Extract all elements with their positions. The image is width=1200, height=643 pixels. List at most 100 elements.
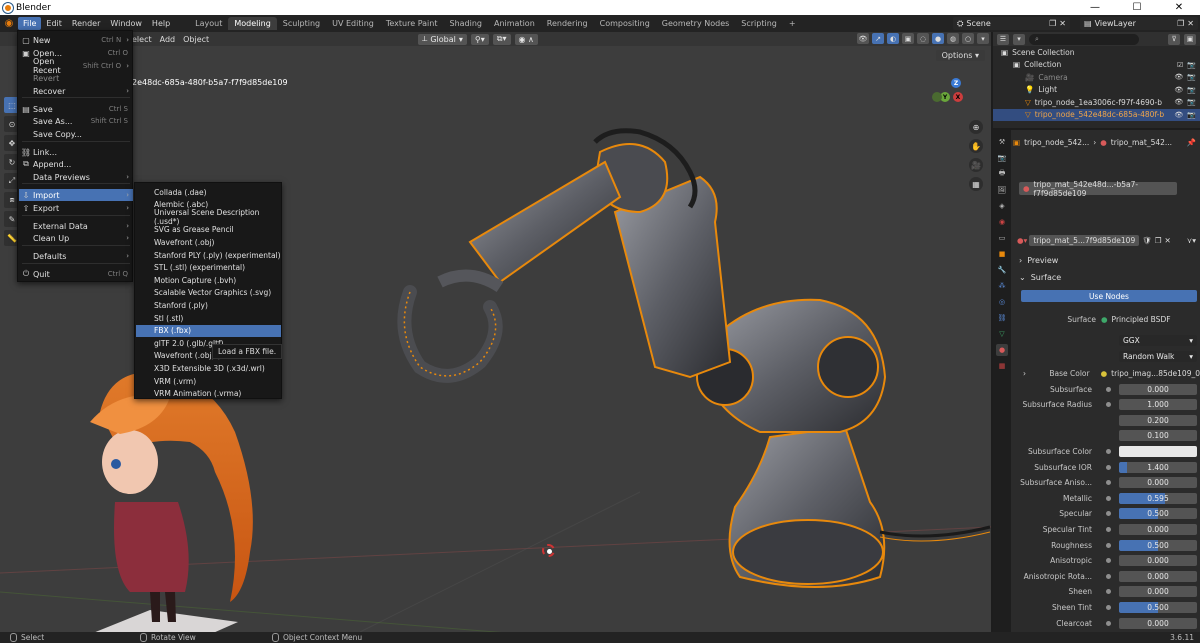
scene-copy-icon[interactable]: ❐ xyxy=(1049,19,1056,28)
menu-window[interactable]: Window xyxy=(105,17,147,30)
tab-modeling[interactable]: Modeling xyxy=(228,17,277,30)
import-item-motion-capture-bvh[interactable]: Motion Capture (.bvh) xyxy=(136,274,281,286)
editor-type-icon[interactable]: ☰ xyxy=(997,33,1009,45)
view-layer-selector[interactable]: ▤ ViewLayer ❐ ✕ xyxy=(1080,17,1198,30)
outliner-row[interactable]: 💡 Light 👁 📷 xyxy=(993,84,1200,97)
import-item-collada-dae[interactable]: Collada (.dae) xyxy=(136,186,281,198)
transform-orientation-dropdown[interactable]: ⟂ Global ▾ xyxy=(418,33,467,45)
scene-selector[interactable]: ⛭ Scene ❐ ✕ xyxy=(953,17,1070,30)
shading-dropdown-icon[interactable]: ▾ xyxy=(977,33,989,44)
exclude-checkbox-icon[interactable]: ☑ xyxy=(1177,61,1183,69)
property-value-field[interactable]: 0.595 xyxy=(1119,492,1197,504)
gizmo-toggle-icon[interactable]: ↗ xyxy=(872,33,884,44)
modifier-tab-icon[interactable]: 🔧 xyxy=(996,264,1008,276)
viewport-hide-icon[interactable]: 👁 xyxy=(1174,86,1183,94)
file-menu-item-new[interactable]: ▢ New Ctrl N › xyxy=(19,34,133,46)
viewport-options-button[interactable]: Options ▾ xyxy=(935,50,985,61)
minimize-button[interactable]: — xyxy=(1074,2,1116,13)
distribution-dropdown[interactable]: GGX ▾ xyxy=(1119,335,1197,346)
property-value-field[interactable]: 0.500 xyxy=(1119,601,1197,613)
tab-rendering[interactable]: Rendering xyxy=(541,17,594,30)
material-slot-list[interactable]: ● tripo_mat_542e48d...-b5a7-f7f9d85de109 xyxy=(1019,180,1177,198)
render-toggle-icon[interactable]: 📷 xyxy=(1187,86,1196,94)
scene-close-icon[interactable]: ✕ xyxy=(1059,19,1066,28)
property-value-field[interactable] xyxy=(1119,445,1197,457)
outliner-search-input[interactable]: ⌕ xyxy=(1029,33,1139,45)
file-menu-item-data-previews[interactable]: Data Previews › xyxy=(19,171,133,183)
render-toggle-icon[interactable]: 📷 xyxy=(1187,73,1196,81)
file-menu-item-save[interactable]: ▤ Save Ctrl S xyxy=(19,103,133,115)
material-shading-icon[interactable]: ◍ xyxy=(947,33,959,44)
outliner-row[interactable]: 🎥 Camera 👁 📷 xyxy=(993,71,1200,84)
pan-hand-icon[interactable]: ✋ xyxy=(969,139,983,153)
property-value-field[interactable]: 1.400 xyxy=(1119,461,1197,473)
property-value-field[interactable]: 0.000 xyxy=(1119,570,1197,582)
menu-file[interactable]: File xyxy=(18,17,42,30)
import-item-x3d-extensible-3d-x3d-wrl[interactable]: X3D Extensible 3D (.x3d/.wrl) xyxy=(136,362,281,374)
file-menu-item-quit[interactable]: ⏻ Quit Ctrl Q xyxy=(19,268,133,280)
tab-sculpting[interactable]: Sculpting xyxy=(277,17,326,30)
material-tab-icon[interactable]: ● xyxy=(996,344,1008,356)
surface-shader-value[interactable]: Principled BSDF xyxy=(1112,315,1171,324)
camera-view-icon[interactable]: 🎥 xyxy=(969,158,983,172)
display-mode-icon[interactable]: ▾ xyxy=(1013,33,1025,45)
material-browse-icon[interactable]: ●▾ xyxy=(1017,236,1027,245)
file-menu-item-link[interactable]: ⛓ Link... xyxy=(19,146,133,158)
property-value-field[interactable]: 0.000 xyxy=(1119,586,1197,598)
tab-shading[interactable]: Shading xyxy=(443,17,488,30)
wireframe-shading-icon[interactable]: ◌ xyxy=(917,33,929,44)
property-value-field[interactable]: 0.500 xyxy=(1119,539,1197,551)
menu-help[interactable]: Help xyxy=(147,17,175,30)
import-item-stanford-ply-ply-experimental[interactable]: Stanford PLY (.ply) (experimental) xyxy=(136,249,281,261)
tab-layout[interactable]: Layout xyxy=(189,17,228,30)
property-value-field[interactable]: 0.000 xyxy=(1119,555,1197,567)
outliner-row[interactable]: ▽ tripo_node_1ea3006c-f97f-4690-b 👁 📷 xyxy=(993,96,1200,109)
viewport-add-menu[interactable]: Add xyxy=(156,34,180,45)
solid-shading-icon[interactable]: ● xyxy=(932,33,944,44)
view-layer-copy-icon[interactable]: ❐ xyxy=(1177,19,1184,28)
3d-cursor-icon[interactable] xyxy=(542,544,555,557)
file-menu-item-defaults[interactable]: Defaults › xyxy=(19,250,133,262)
property-value-field[interactable]: 0.000 xyxy=(1119,617,1197,629)
outliner-row[interactable]: ▣ Collection ☑ 📷 xyxy=(993,59,1200,72)
file-menu-item-export[interactable]: ⇧ Export › xyxy=(19,202,133,214)
property-value-field[interactable]: 0.000 xyxy=(1119,383,1197,395)
subsurface-method-dropdown[interactable]: Random Walk ▾ xyxy=(1119,351,1197,362)
menu-render[interactable]: Render xyxy=(67,17,105,30)
unlink-material-icon[interactable]: ✕ xyxy=(1164,236,1170,245)
render-toggle-icon[interactable]: 📷 xyxy=(1187,111,1196,119)
property-value-field[interactable]: 0.500 xyxy=(1119,508,1197,520)
file-menu-item-append[interactable]: ⧉ Append... xyxy=(19,158,133,170)
import-item-vrm-animation-vrma[interactable]: VRM Animation (.vrma) xyxy=(136,388,281,400)
gizmo-x-icon[interactable]: X xyxy=(953,92,963,102)
use-nodes-button[interactable]: Use Nodes xyxy=(1021,290,1197,302)
view-layer-tab-icon[interactable]: 🖼 xyxy=(996,184,1008,196)
close-button[interactable]: ✕ xyxy=(1158,2,1200,13)
pivot-point-dropdown[interactable]: ⚲▾ xyxy=(470,33,489,45)
file-menu-item-import[interactable]: ⇩ Import › xyxy=(19,189,133,201)
import-item-universal-scene-description-usd[interactable]: Universal Scene Description (.usd*) xyxy=(136,208,281,226)
particles-tab-icon[interactable]: ⁂ xyxy=(996,280,1008,292)
render-tab-icon[interactable]: 📷 xyxy=(996,152,1008,164)
collection-tab-icon[interactable]: ▭ xyxy=(996,232,1008,244)
texture-tab-icon[interactable]: ▦ xyxy=(996,360,1008,372)
viewport-hide-icon[interactable]: 👁 xyxy=(1174,111,1183,119)
import-item-stl-stl-experimental[interactable]: STL (.stl) (experimental) xyxy=(136,262,281,274)
render-toggle-icon[interactable]: 📷 xyxy=(1187,98,1196,106)
import-item-stl-stl[interactable]: Stl (.stl) xyxy=(136,312,281,324)
property-value-field[interactable]: 0.200 xyxy=(1119,414,1197,426)
tab-animation[interactable]: Animation xyxy=(488,17,541,30)
import-item-wavefront-obj[interactable]: Wavefront (.obj) xyxy=(136,236,281,248)
render-toggle-icon[interactable]: 📷 xyxy=(1187,61,1196,69)
scene-tab-icon[interactable]: ◈ xyxy=(996,200,1008,212)
view-layer-close-icon[interactable]: ✕ xyxy=(1187,19,1194,28)
viewport-object-menu[interactable]: Object xyxy=(179,34,213,45)
import-item-stanford-ply[interactable]: Stanford (.ply) xyxy=(136,299,281,311)
filter-icon[interactable]: ⊽ xyxy=(1168,33,1180,45)
property-value-field[interactable]: 0.000 xyxy=(1119,477,1197,489)
visibility-icon[interactable]: 👁 xyxy=(857,33,869,44)
tab-geometry-nodes[interactable]: Geometry Nodes xyxy=(656,17,735,30)
rendered-shading-icon[interactable]: ○ xyxy=(962,33,974,44)
fake-user-icon[interactable]: 🛡 xyxy=(1142,236,1152,245)
snap-toggle[interactable]: ⧉▾ xyxy=(492,33,511,45)
